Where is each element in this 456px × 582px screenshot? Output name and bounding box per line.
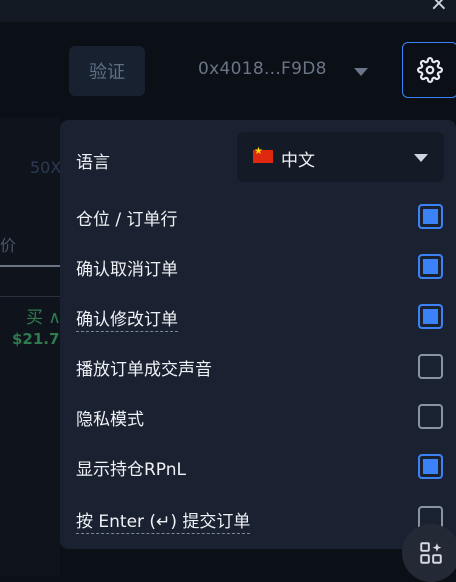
verify-button[interactable]: 验证 <box>69 46 145 96</box>
option-confirm-cancel[interactable]: 确认取消订单 <box>60 242 456 292</box>
option-label: 显示持仓RPnL <box>76 460 187 480</box>
option-label: 播放订单成交声音 <box>76 360 212 380</box>
language-select[interactable]: ★ 中文 <box>237 132 444 182</box>
price-column-header: 价 <box>0 236 17 255</box>
buy-price: $21.7 <box>12 330 60 348</box>
option-label: 按 Enter (↵) 提交订单 <box>76 507 251 534</box>
option-label: 隐私模式 <box>76 410 144 430</box>
close-icon[interactable]: × <box>430 0 448 16</box>
checkbox[interactable] <box>418 454 443 479</box>
checkbox[interactable] <box>418 254 443 279</box>
option-confirm-modify[interactable]: 确认修改订单 <box>60 292 456 342</box>
option-label: 仓位 / 订单行 <box>76 210 178 230</box>
language-label: 语言 <box>76 153 110 173</box>
settings-dropdown: 语言 ★ 中文 仓位 / 订单行 确认取消订单 确认修改订单 播放订单成交声音 … <box>60 120 456 549</box>
language-value: 中文 <box>281 151 315 171</box>
option-label: 确认取消订单 <box>76 260 178 280</box>
option-fill-sound[interactable]: 播放订单成交声音 <box>60 342 456 392</box>
top-bar: × <box>0 0 456 22</box>
checkbox[interactable] <box>418 304 443 329</box>
checkbox[interactable] <box>418 354 443 379</box>
option-position-order-lines[interactable]: 仓位 / 订单行 <box>60 192 456 242</box>
widgets-button[interactable] <box>402 524 456 582</box>
wallet-address[interactable]: 0x4018...F9D8 <box>198 59 327 79</box>
option-enter-submit[interactable]: 按 Enter (↵) 提交订单 <box>60 494 456 544</box>
widgets-sparkle-icon <box>420 542 442 564</box>
divider <box>0 296 60 297</box>
checkbox[interactable] <box>418 204 443 229</box>
option-privacy-mode[interactable]: 隐私模式 <box>60 392 456 442</box>
chevron-down-icon[interactable] <box>354 68 368 76</box>
checkbox[interactable] <box>418 404 443 429</box>
option-show-rpnl[interactable]: 显示持仓RPnL <box>60 442 456 492</box>
header: 验证 0x4018...F9D8 <box>0 22 456 118</box>
settings-button[interactable] <box>402 42 456 98</box>
buy-label[interactable]: 买 ∧ <box>26 303 61 328</box>
divider <box>0 265 60 267</box>
china-flag-icon: ★ <box>253 147 273 163</box>
option-label: 确认修改订单 <box>76 305 178 332</box>
chevron-down-icon <box>414 154 428 162</box>
leverage-label[interactable]: 50X <box>30 158 61 177</box>
gear-icon <box>417 57 443 83</box>
